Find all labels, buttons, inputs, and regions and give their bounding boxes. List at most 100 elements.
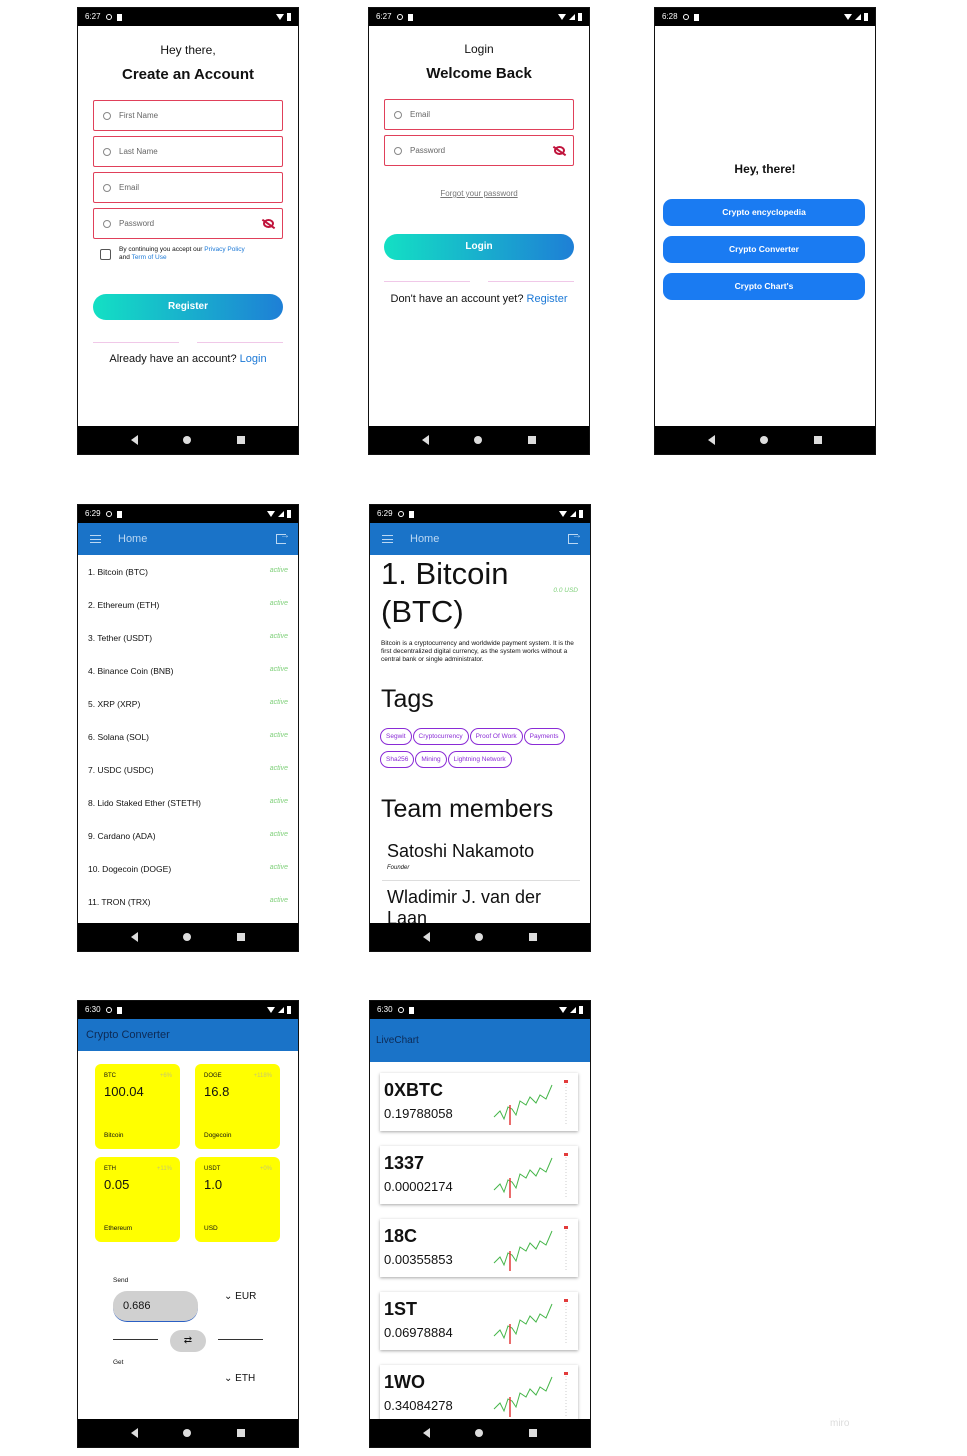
status-time: 6:28	[662, 12, 678, 21]
list-item[interactable]: 1. Bitcoin (BTC) active	[88, 567, 288, 577]
terms-checkbox[interactable]	[100, 249, 111, 260]
chart-card[interactable]: 0XBTC 0.19788058	[380, 1073, 578, 1131]
signal-icon	[569, 14, 575, 20]
login-link[interactable]: Login	[240, 353, 267, 365]
register-link[interactable]: Register	[527, 293, 568, 305]
tag-chip[interactable]: Cryptocurrency	[412, 728, 469, 745]
recent-apps-icon[interactable]	[529, 1429, 538, 1437]
list-item[interactable]: 3. Tether (USDT) active	[88, 633, 288, 643]
nav-bar	[370, 923, 590, 951]
list-item[interactable]: 2. Ethereum (ETH) active	[88, 600, 288, 610]
menu-title: Hey, there!	[734, 162, 796, 176]
list-item[interactable]: 11. TRON (TRX) active	[88, 897, 288, 907]
crypto-card[interactable]: USDT +0% 1.0 USD	[195, 1157, 280, 1242]
coin-name: 8. Lido Staked Ether (STETH)	[88, 798, 201, 808]
password-field[interactable]: Password	[93, 208, 283, 239]
list-item[interactable]: 4. Binance Coin (BNB) active	[88, 666, 288, 676]
back-icon[interactable]	[422, 1428, 430, 1438]
status-bar: 6:27	[78, 8, 298, 26]
recent-apps-icon[interactable]	[237, 1429, 246, 1437]
list-item[interactable]: 5. XRP (XRP) active	[88, 699, 288, 709]
forgot-password-link[interactable]: Forgot your password	[369, 189, 589, 198]
back-icon[interactable]	[421, 435, 429, 445]
recent-apps-icon[interactable]	[814, 436, 823, 444]
user-icon	[103, 111, 111, 120]
status-time: 6:30	[377, 1005, 393, 1014]
privacy-policy-link[interactable]: Privacy Policy	[204, 246, 244, 253]
wifi-icon	[267, 1007, 275, 1013]
register-button[interactable]: Register	[93, 294, 283, 320]
chart-card[interactable]: 1WO 0.34084278	[380, 1365, 578, 1423]
coin-name: 1. Bitcoin (BTC)	[88, 567, 148, 577]
converter-screen: 6:30 Crypto Converter BTC +6% 100.04 Bit…	[77, 1000, 299, 1448]
tag-chip[interactable]: Lightning Network	[447, 751, 512, 768]
crypto-card[interactable]: ETH +11% 0.05 Ethereum	[95, 1157, 180, 1242]
status-time: 6:27	[85, 12, 101, 21]
home-icon[interactable]	[183, 1429, 192, 1437]
recent-apps-icon[interactable]	[529, 933, 538, 941]
get-currency-select[interactable]: ⌄ ETH	[224, 1373, 255, 1384]
tag-chip[interactable]: Proof Of Work	[469, 728, 523, 745]
list-item[interactable]: 7. USDC (USDC) active	[88, 765, 288, 775]
menu-icon[interactable]	[90, 535, 101, 543]
back-icon[interactable]	[130, 1428, 138, 1438]
home-icon[interactable]	[474, 436, 483, 444]
menu-icon[interactable]	[382, 535, 393, 543]
coin-status: active	[269, 567, 288, 574]
eye-off-icon[interactable]	[554, 146, 565, 155]
chart-card[interactable]: 18C 0.00355853	[380, 1219, 578, 1277]
send-amount-input[interactable]: 0.686	[113, 1291, 198, 1322]
list-item[interactable]: 10. Dogecoin (DOGE) active	[88, 864, 288, 874]
settings-icon	[105, 1007, 112, 1013]
terms-and: and	[119, 254, 130, 261]
recent-apps-icon[interactable]	[237, 933, 246, 941]
crypto-encyclopedia-button[interactable]: Crypto encyclopedia	[663, 199, 865, 226]
list-item[interactable]: 8. Lido Staked Ether (STETH) active	[88, 798, 288, 808]
eye-off-icon[interactable]	[263, 219, 274, 228]
crypto-card[interactable]: DOGE +118% 16.8 Dogecoin	[195, 1064, 280, 1149]
recent-apps-icon[interactable]	[237, 436, 246, 444]
back-icon[interactable]	[707, 435, 715, 445]
logout-icon[interactable]	[276, 530, 290, 544]
lock-icon	[394, 146, 402, 155]
last-name-field[interactable]: Last Name	[93, 136, 283, 167]
list-item[interactable]: 6. Solana (SOL) active	[88, 732, 288, 742]
terms-of-use-link[interactable]: Term of Use	[132, 254, 167, 261]
tag-chip[interactable]: Mining	[415, 751, 447, 768]
tag-chip[interactable]: Payments	[523, 728, 565, 745]
back-icon[interactable]	[422, 932, 430, 942]
home-icon[interactable]	[183, 933, 192, 941]
coin-price: 0.0 USD	[553, 587, 578, 594]
logout-icon[interactable]	[568, 530, 582, 544]
first-name-field[interactable]: First Name	[93, 100, 283, 131]
home-icon[interactable]	[760, 436, 769, 444]
back-icon[interactable]	[130, 435, 138, 445]
chart-card[interactable]: 1ST 0.06978884	[380, 1292, 578, 1350]
tag-chip[interactable]: Sha256	[380, 751, 415, 768]
chart-card[interactable]: 1337 0.00002174	[380, 1146, 578, 1204]
battery-icon	[287, 1006, 291, 1014]
card-change: +11%	[156, 1166, 172, 1172]
crypto-card[interactable]: BTC +6% 100.04 Bitcoin	[95, 1064, 180, 1149]
recent-apps-icon[interactable]	[528, 436, 537, 444]
member-role: Founder	[387, 865, 410, 871]
email-field[interactable]: Email	[93, 172, 283, 203]
crypto-charts-button[interactable]: Crypto Chart's	[663, 273, 865, 300]
coin-name: 9. Cardano (ADA)	[88, 831, 156, 841]
tag-chip[interactable]: Segwit	[380, 728, 412, 745]
home-icon[interactable]	[475, 933, 484, 941]
crypto-converter-button[interactable]: Crypto Converter	[663, 236, 865, 263]
list-item[interactable]: 9. Cardano (ADA) active	[88, 831, 288, 841]
sparkline-path	[493, 1303, 553, 1340]
back-icon[interactable]	[130, 932, 138, 942]
sim-icon	[408, 1006, 414, 1014]
swap-button[interactable]: ⇄	[170, 1330, 206, 1352]
home-icon[interactable]	[183, 436, 192, 444]
send-currency-select[interactable]: ⌄ EUR	[224, 1291, 256, 1302]
greeting: Login	[464, 42, 494, 56]
home-icon[interactable]	[475, 1429, 484, 1437]
login-button[interactable]: Login	[384, 234, 574, 260]
email-field[interactable]: Email	[384, 99, 574, 130]
card-value: 0.05	[104, 1177, 130, 1192]
password-field[interactable]: Password	[384, 135, 574, 166]
